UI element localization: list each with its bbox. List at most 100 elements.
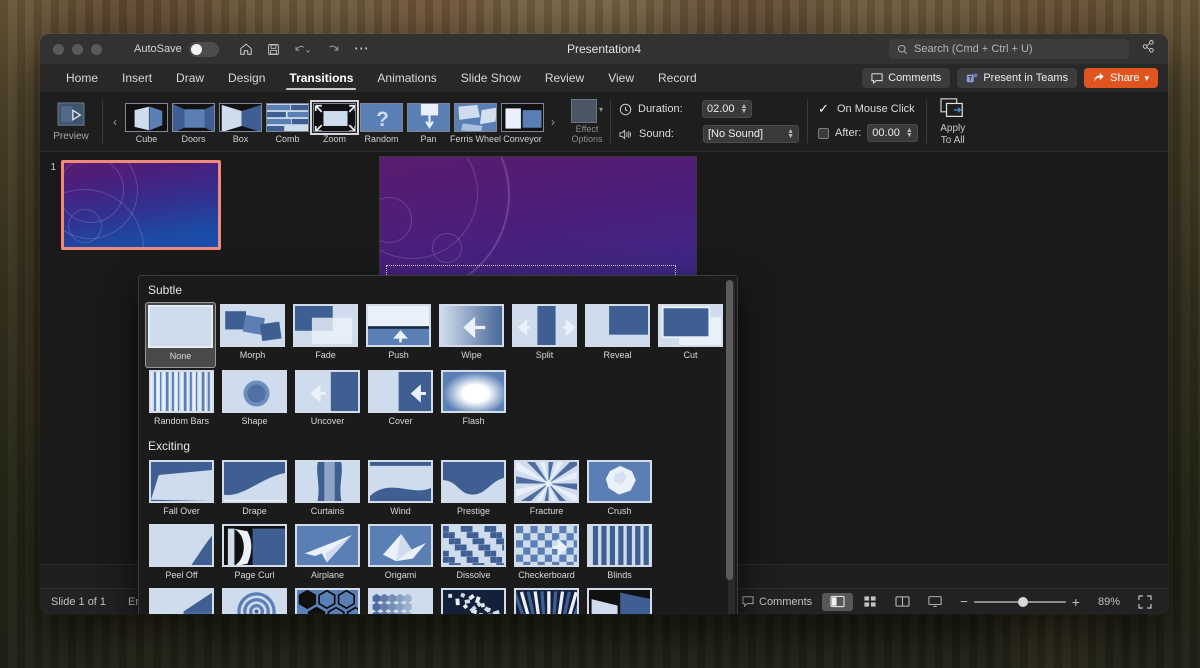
zoom-in-button[interactable]: + (1072, 594, 1080, 610)
sound-select[interactable]: [No Sound] ▲▼ (703, 125, 799, 143)
gallery-transition-prestige[interactable]: Prestige (437, 458, 510, 522)
gallery-scrollbar-thumb[interactable] (726, 280, 733, 580)
gallery-scroll-up-button[interactable]: ‹ (107, 115, 123, 129)
home-icon[interactable] (239, 42, 253, 56)
effect-options-button[interactable]: ▾ Effect Options (564, 92, 610, 151)
minimize-button[interactable] (72, 44, 83, 55)
gallery-transition-drape[interactable]: Drape (218, 458, 291, 522)
comments-status-button[interactable]: Comments (734, 593, 820, 611)
after-checkbox[interactable] (818, 128, 829, 139)
ribbon-transition-box[interactable]: Box (217, 100, 264, 144)
tab-review[interactable]: Review (533, 64, 596, 92)
gallery-transition-blinds[interactable]: Blinds (583, 522, 656, 586)
gallery-transition-push[interactable]: Push (362, 302, 435, 368)
ribbon-transition-cube[interactable]: Cube (123, 100, 170, 144)
gallery-transition-peel-off[interactable]: Peel Off (145, 522, 218, 586)
save-icon[interactable] (267, 43, 280, 56)
window-controls[interactable] (40, 44, 102, 55)
gallery-transition-uncover[interactable]: Uncover (291, 368, 364, 432)
gallery-transition-ripple[interactable]: Ripple (218, 586, 291, 614)
slideshow-button[interactable] (920, 593, 950, 611)
tab-home[interactable]: Home (54, 64, 110, 92)
gallery-transition-dissolve[interactable]: Dissolve (437, 522, 510, 586)
stepper-arrows-icon[interactable]: ▲▼ (787, 129, 794, 139)
view-normal-button[interactable] (822, 593, 853, 611)
zoom-knob[interactable] (1018, 597, 1028, 607)
gallery-transition-split[interactable]: Split (508, 302, 581, 368)
maximize-button[interactable] (91, 44, 102, 55)
gallery-transition-cover[interactable]: Cover (364, 368, 437, 432)
gallery-transition-morph[interactable]: Morph (216, 302, 289, 368)
stepper-arrows-icon[interactable]: ▲▼ (906, 128, 913, 138)
gallery-transition-clock[interactable]: Clock (145, 586, 218, 614)
fit-to-window-button[interactable] (1130, 593, 1160, 611)
gallery-transition-wipe[interactable]: Wipe (435, 302, 508, 368)
ribbon-display-options-icon[interactable] (1141, 39, 1156, 59)
zoom-slider[interactable]: − + (952, 594, 1088, 610)
preview-button[interactable]: Preview (40, 92, 102, 151)
tab-slide-show[interactable]: Slide Show (449, 64, 533, 92)
gallery-transition-honeycomb[interactable]: Honeycomb (291, 586, 364, 614)
gallery-transition-glitter[interactable]: Glitter (364, 586, 437, 614)
gallery-transition-crush[interactable]: Crush (583, 458, 656, 522)
gallery-transition-reveal[interactable]: Reveal (581, 302, 654, 368)
tab-draw[interactable]: Draw (164, 64, 216, 92)
comments-button[interactable]: Comments (862, 68, 950, 88)
gallery-transition-checkerboard[interactable]: Checkerboard (510, 522, 583, 586)
close-button[interactable] (53, 44, 64, 55)
redo-icon[interactable] (326, 43, 340, 56)
view-reading-button[interactable] (887, 593, 918, 611)
tab-record[interactable]: Record (646, 64, 709, 92)
after-stepper[interactable]: 00.00 ▲▼ (867, 124, 917, 142)
autosave-toggle[interactable]: AutoSave (134, 42, 219, 57)
gallery-transition-none[interactable]: None (145, 302, 216, 368)
gallery-transition-wind[interactable]: Wind (364, 458, 437, 522)
duration-stepper[interactable]: 02.00 ▲▼ (702, 100, 752, 118)
ribbon-transition-ferris-wheel[interactable]: Ferris Wheel (452, 100, 499, 144)
present-in-teams-button[interactable]: Present in Teams (957, 68, 1077, 88)
ribbon-transition-conveyor[interactable]: Conveyor (499, 100, 546, 144)
gallery-transition-shape[interactable]: Shape (218, 368, 291, 432)
ribbon-transition-comb[interactable]: Comb (264, 100, 311, 144)
gallery-transition-shred[interactable]: Shred (510, 586, 583, 614)
gallery-scroll-down-button[interactable]: › (546, 115, 560, 129)
autosave-switch[interactable] (189, 42, 219, 57)
undo-icon[interactable] (294, 43, 312, 56)
share-button[interactable]: Share ▾ (1084, 68, 1158, 88)
ribbon-transition-pan[interactable]: Pan (405, 100, 452, 144)
gallery-transition-origami[interactable]: Origami (364, 522, 437, 586)
stepper-arrows-icon[interactable]: ▲▼ (741, 104, 748, 114)
gallery-transition-page-curl[interactable]: Page Curl (218, 522, 291, 586)
chevron-down-icon[interactable]: ▾ (1144, 73, 1149, 84)
on-mouse-click-row[interactable]: ✓ On Mouse Click (818, 101, 918, 117)
apply-to-all-button[interactable]: Apply To All (927, 92, 979, 151)
zoom-level[interactable]: 89% (1090, 593, 1128, 611)
zoom-out-button[interactable]: − (960, 594, 968, 609)
tab-animations[interactable]: Animations (365, 64, 448, 92)
gallery-transition-fracture[interactable]: Fracture (510, 458, 583, 522)
gallery-transition-airplane[interactable]: Airplane (291, 522, 364, 586)
more-options-icon[interactable]: ⋯ (354, 45, 369, 53)
tab-view[interactable]: View (596, 64, 646, 92)
tab-design[interactable]: Design (216, 64, 277, 92)
gallery-transition-switch[interactable]: Switch (583, 586, 656, 614)
gallery-transition-fall-over[interactable]: Fall Over (145, 458, 218, 522)
gallery-transition-random-bars[interactable]: Random Bars (145, 368, 218, 432)
tab-insert[interactable]: Insert (110, 64, 164, 92)
tab-transitions[interactable]: Transitions (277, 64, 365, 92)
quick-access-toolbar[interactable]: ⋯ (239, 42, 369, 56)
view-slide-sorter-button[interactable] (855, 593, 885, 611)
slide-thumbnail-1[interactable] (61, 160, 221, 250)
gallery-transition-fade[interactable]: Fade (289, 302, 362, 368)
gallery-transition-cut[interactable]: Cut (654, 302, 727, 368)
ribbon-transition-random[interactable]: ?Random (358, 100, 405, 144)
search-input[interactable]: Search (Cmd + Ctrl + U) (889, 39, 1129, 59)
gallery-transition-flash[interactable]: Flash (437, 368, 510, 432)
gallery-transition-vortex[interactable]: Vortex (437, 586, 510, 614)
after-row[interactable]: After: 00.00 ▲▼ (818, 124, 918, 142)
zoom-track[interactable] (974, 601, 1066, 603)
ribbon-transition-doors[interactable]: Doors (170, 100, 217, 144)
gallery-transition-curtains[interactable]: Curtains (291, 458, 364, 522)
gallery-scrollbar-track[interactable] (728, 280, 735, 614)
ribbon-transition-zoom[interactable]: Zoom (311, 100, 358, 144)
